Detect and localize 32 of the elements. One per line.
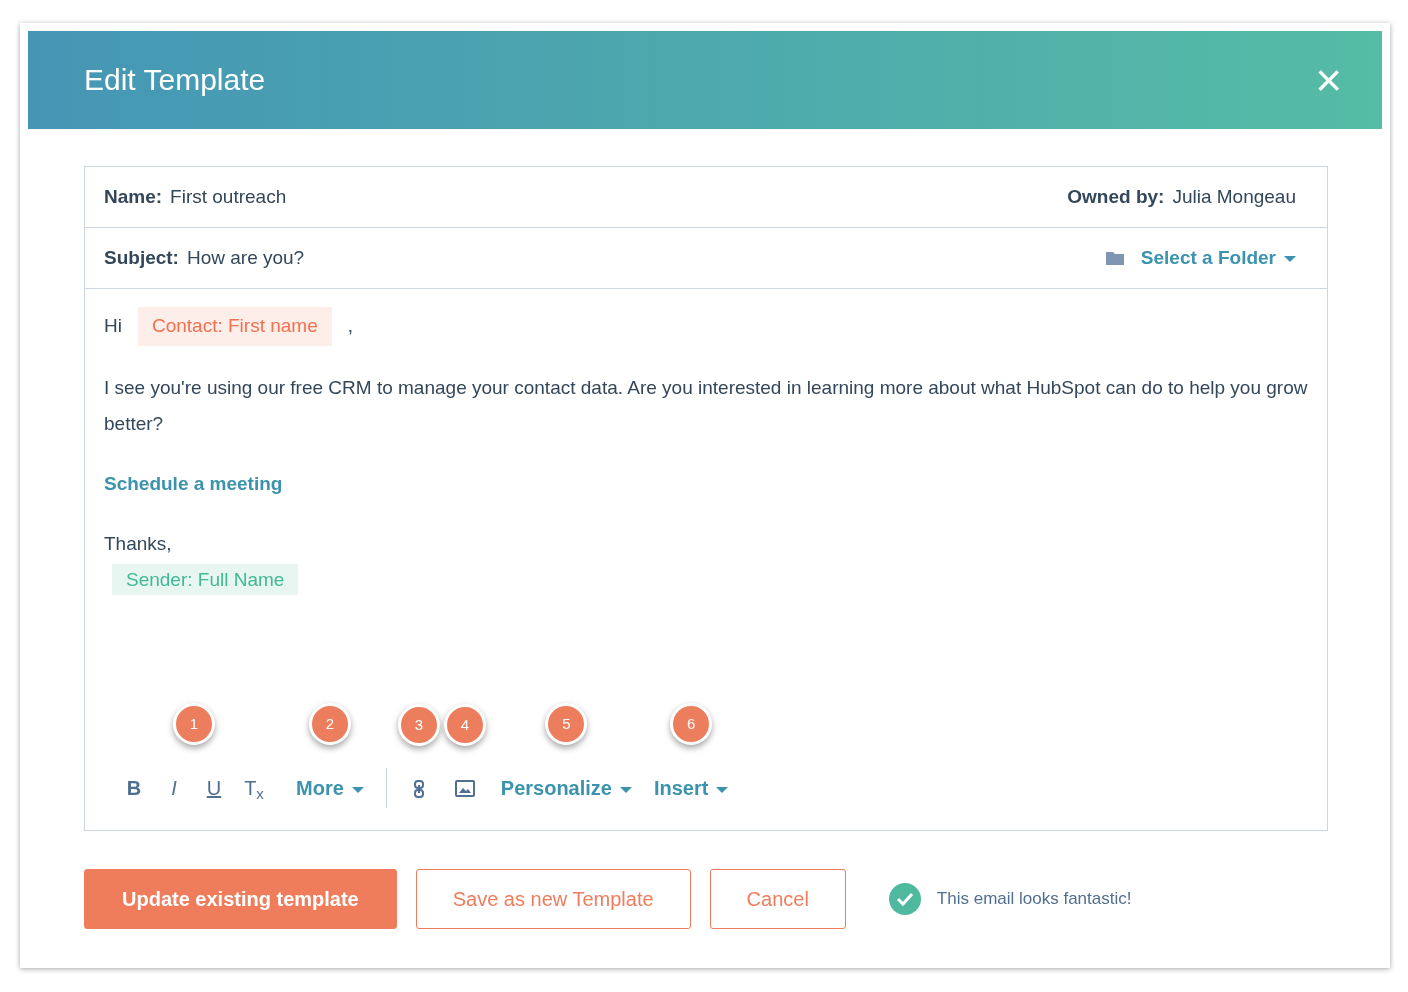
toolbar-dropdown[interactable]: Insert xyxy=(653,773,729,803)
link-icon[interactable] xyxy=(412,778,425,799)
meeting-link[interactable]: Schedule a meeting xyxy=(104,472,283,494)
update-button[interactable]: Update existing template xyxy=(84,869,397,929)
field-label: Subject: xyxy=(104,245,179,270)
dialog-title: Edit Template xyxy=(84,62,266,98)
folder-icon xyxy=(1104,250,1125,266)
status-text: This email looks fantastic! xyxy=(936,888,1132,911)
merge-tag: Sender: Full Name xyxy=(112,563,299,595)
toolbar-dropdown[interactable]: Personalize xyxy=(500,773,632,803)
field-label: Name: xyxy=(104,184,163,209)
greeting-text: Hi xyxy=(104,314,122,338)
image-icon[interactable] xyxy=(454,780,475,798)
clear-format-button[interactable]: T$_{x}$ xyxy=(234,773,274,803)
italic-button[interactable]: I xyxy=(154,773,194,803)
signoff-text: Thanks, xyxy=(104,531,173,556)
folder-dropdown[interactable]: Select a Folder xyxy=(1140,243,1296,273)
underline-button[interactable]: U xyxy=(194,773,234,803)
check-icon xyxy=(888,883,921,915)
field-value: How are you? xyxy=(186,245,305,270)
callout-badge: 1 xyxy=(173,703,215,745)
bold-button[interactable]: B xyxy=(114,773,154,803)
toolbar-dropdown[interactable]: More xyxy=(296,773,364,803)
paragraph-text: I see you're using our free CRM to manage your contact data. Are you interested in learning more about what HubSpot can do to help you grow better? xyxy=(104,375,1308,436)
cancel-button[interactable]: Cancel xyxy=(709,869,846,929)
field-label: Owned by: xyxy=(1067,184,1165,209)
close-button[interactable]: × xyxy=(1313,57,1344,103)
merge-tag: Contact: First name xyxy=(137,307,332,346)
comma-text: , xyxy=(347,314,353,338)
field-value: First outreach xyxy=(170,184,287,209)
field-value: Julia Mongeau xyxy=(1172,184,1296,209)
save-button[interactable]: Save as new Template xyxy=(415,869,691,929)
